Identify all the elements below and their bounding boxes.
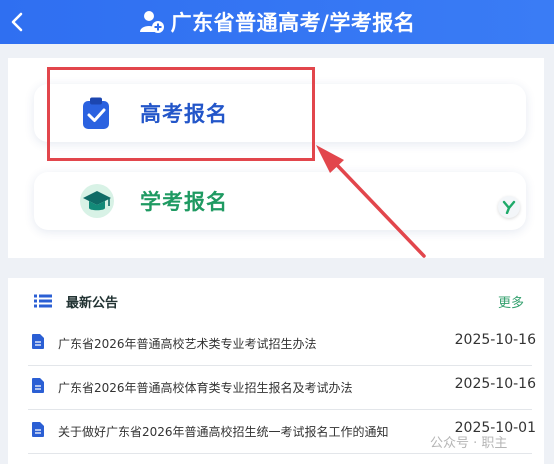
notice-row[interactable]: 广东省2026年普通高校艺术类专业考试招生办法 2025-10-16 <box>28 322 536 366</box>
floating-y-badge[interactable] <box>498 196 520 218</box>
document-icon <box>32 422 44 437</box>
more-link[interactable]: 更多 <box>498 292 524 311</box>
notices-title: 最新公告 <box>66 295 119 311</box>
header-bar: 广东省普通高考/学考报名 <box>0 0 554 44</box>
graduation-cap-icon <box>80 184 114 218</box>
notice-title: 广东省2026年普通高校艺术类专业考试招生办法 <box>58 337 317 351</box>
xuekao-registration-card[interactable]: 学考报名 <box>34 172 526 230</box>
document-icon <box>32 378 44 393</box>
watermark: 公众号 · 职主 <box>430 436 508 451</box>
list-icon <box>34 294 52 308</box>
page-title: 广东省普通高考/学考报名 <box>170 11 416 35</box>
y-logo-icon <box>502 200 516 214</box>
notice-title: 关于做好广东省2026年普通高校招生统一考试报名工作的通知 <box>58 425 389 439</box>
notice-date: 2025-10-16 <box>454 376 536 392</box>
notice-row[interactable]: 广东省2026年普通高校体育类专业招生报名及考试办法 2025-10-16 <box>28 366 536 410</box>
xuekao-registration-label: 学考报名 <box>140 190 228 214</box>
user-add-icon <box>139 11 164 33</box>
notice-date: 2025-10-16 <box>454 332 536 348</box>
highlight-box <box>47 67 315 161</box>
document-icon <box>32 334 44 349</box>
notice-title: 广东省2026年普通高校体育类专业招生报名及考试办法 <box>58 381 353 395</box>
